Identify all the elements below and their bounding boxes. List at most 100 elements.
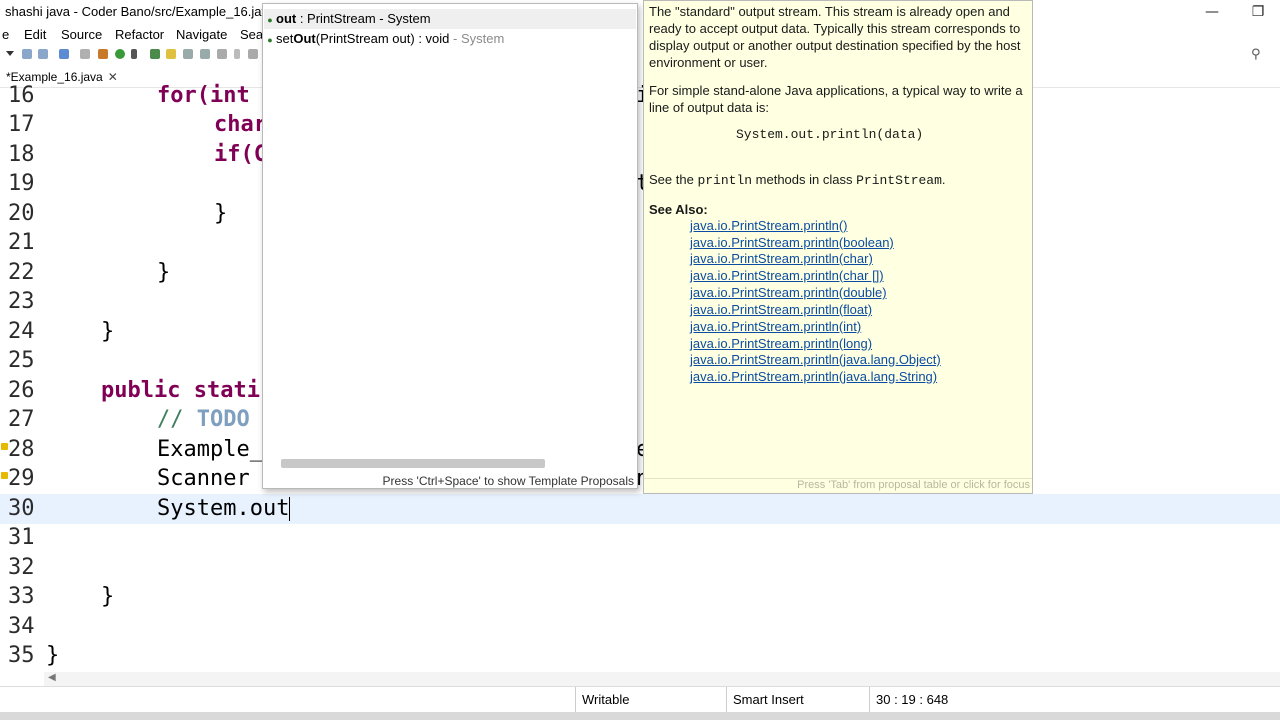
line-number: 27 bbox=[8, 407, 35, 432]
warning-icon[interactable] bbox=[1, 472, 8, 479]
line-number: 18 bbox=[8, 142, 35, 167]
code-line: 34 bbox=[0, 612, 1280, 642]
minimize-icon[interactable]: — bbox=[1192, 2, 1232, 22]
see-also-link[interactable]: java.io.PrintStream.println(long) bbox=[690, 336, 872, 351]
proposal-name: out bbox=[276, 11, 297, 26]
run-dropdown-icon[interactable] bbox=[131, 49, 137, 59]
code-editor[interactable]: 16 for(int i 17 char 18 if(C 19 t 20 } 2… bbox=[0, 83, 1280, 672]
javadoc-code-sample: System.out.println(data) bbox=[736, 127, 924, 142]
field-icon: ● bbox=[267, 15, 273, 25]
line-number: 25 bbox=[8, 348, 35, 373]
warning-icon[interactable] bbox=[1, 443, 8, 450]
see-also-link[interactable]: java.io.PrintStream.println(float) bbox=[690, 302, 872, 317]
line-number: 35 bbox=[8, 643, 35, 668]
code-line: 21 bbox=[0, 228, 1280, 258]
menu-navigate[interactable]: Navigate bbox=[176, 27, 227, 42]
run-icon[interactable] bbox=[115, 49, 125, 59]
dropdown-arrow-icon[interactable] bbox=[6, 51, 14, 56]
line-number: 33 bbox=[8, 584, 35, 609]
code-text: } bbox=[46, 643, 60, 668]
code-line: 26 public stati bbox=[0, 376, 1280, 406]
see-text: See the bbox=[649, 172, 698, 187]
code-text: char bbox=[214, 112, 267, 137]
pilcrow-icon[interactable] bbox=[234, 49, 240, 59]
restore-icon[interactable]: ❐ bbox=[1238, 2, 1278, 22]
line-number: 21 bbox=[8, 230, 35, 255]
line-number: 22 bbox=[8, 260, 35, 285]
code-text: Example_ bbox=[157, 437, 263, 462]
status-cursor-position: 30 : 19 : 648 bbox=[869, 687, 1019, 713]
open-task-icon[interactable] bbox=[200, 49, 210, 59]
code-line: 18 if(C bbox=[0, 140, 1280, 170]
line-number: 19 bbox=[8, 171, 35, 196]
menu-refactor[interactable]: Refactor bbox=[115, 27, 164, 42]
annotation-icon[interactable] bbox=[248, 49, 258, 59]
search-icon[interactable]: ⚲ bbox=[1251, 47, 1261, 62]
window-title: shashi java - Coder Bano/src/Example_16.… bbox=[5, 4, 276, 19]
scroll-left-icon[interactable]: ◀ bbox=[48, 672, 56, 683]
debug-icon[interactable] bbox=[150, 49, 160, 59]
proposal-out[interactable]: ● out : PrintStream - System bbox=[264, 9, 636, 29]
see-code-printstream: PrintStream bbox=[856, 173, 942, 188]
mark-occurrences-icon[interactable] bbox=[166, 49, 176, 59]
search-toolbar-icon[interactable] bbox=[217, 49, 227, 59]
proposal-setout[interactable]: ● setOut(PrintStream out) : void - System bbox=[264, 29, 636, 49]
see-also-link[interactable]: java.io.PrintStream.println(int) bbox=[690, 319, 861, 334]
code-line: 28 Example_ e bbox=[0, 435, 1280, 465]
save-icon[interactable] bbox=[22, 49, 32, 59]
line-number: 32 bbox=[8, 555, 35, 580]
see-also-link[interactable]: java.io.PrintStream.println(char) bbox=[690, 251, 873, 266]
code-line: 25 bbox=[0, 346, 1280, 376]
code-line: 35 } bbox=[0, 641, 1280, 671]
line-number: 26 bbox=[8, 378, 35, 403]
javadoc-usage-text: For simple stand-alone Java applications… bbox=[649, 83, 1023, 115]
code-line: 20 } bbox=[0, 199, 1280, 229]
code-line: 19 t bbox=[0, 169, 1280, 199]
package-icon[interactable] bbox=[98, 49, 108, 59]
see-also-link[interactable]: java.io.PrintStream.println(java.lang.St… bbox=[690, 369, 937, 384]
title-bar: shashi java - Coder Bano/src/Example_16.… bbox=[0, 0, 1280, 25]
code-line: 32 bbox=[0, 553, 1280, 583]
see-also-link[interactable]: java.io.PrintStream.println(double) bbox=[690, 285, 887, 300]
proposal-scrollbar[interactable] bbox=[281, 459, 545, 468]
horizontal-scrollbar[interactable]: ◀ bbox=[44, 672, 1280, 686]
line-number: 28 bbox=[8, 437, 35, 462]
menu-source[interactable]: Source bbox=[61, 27, 102, 42]
code-line: 31 bbox=[0, 523, 1280, 553]
code-text: } bbox=[157, 260, 171, 285]
line-number: 24 bbox=[8, 319, 35, 344]
code-text: public stati bbox=[101, 378, 260, 403]
see-also-link[interactable]: java.io.PrintStream.println(java.lang.Ob… bbox=[690, 352, 941, 367]
line-number: 34 bbox=[8, 614, 35, 639]
proposal-detail: (PrintStream out) : void bbox=[315, 31, 450, 46]
status-insert-mode: Smart Insert bbox=[726, 687, 868, 713]
code-line: 29 Scanner n bbox=[0, 464, 1280, 494]
save-all-icon[interactable] bbox=[38, 49, 48, 59]
code-text: if(C bbox=[214, 142, 267, 167]
new-window-icon[interactable] bbox=[59, 49, 69, 59]
menu-edit[interactable]: Edit bbox=[24, 27, 46, 42]
see-also-link[interactable]: java.io.PrintStream.println(char []) bbox=[690, 268, 884, 283]
code-line: 33 } bbox=[0, 582, 1280, 612]
line-number: 20 bbox=[8, 201, 35, 226]
code-line: 23 bbox=[0, 287, 1280, 317]
menu-bar: e Edit Source Refactor Navigate Sear bbox=[0, 25, 1280, 45]
line-number: 16 bbox=[8, 83, 35, 108]
code-text: } bbox=[101, 584, 115, 609]
code-line: 17 char bbox=[0, 110, 1280, 140]
javadoc-hover: The "standard" output stream. This strea… bbox=[643, 0, 1033, 494]
see-also-link[interactable]: java.io.PrintStream.println(boolean) bbox=[690, 235, 894, 250]
code-text: for(int bbox=[157, 83, 263, 108]
see-also-link[interactable]: java.io.PrintStream.println() bbox=[690, 218, 848, 233]
line-number: 30 bbox=[8, 496, 35, 521]
code-line: 27 // TODO bbox=[0, 405, 1280, 435]
see-also-heading: See Also: bbox=[649, 202, 708, 217]
skip-breakpoints-icon[interactable] bbox=[80, 49, 90, 59]
line-number: 31 bbox=[8, 525, 35, 550]
menu-file[interactable]: e bbox=[2, 27, 9, 42]
code-comment: // TODO bbox=[157, 407, 250, 432]
open-type-icon[interactable] bbox=[183, 49, 193, 59]
proposal-detail: : PrintStream - System bbox=[296, 11, 431, 26]
see-code-println: println bbox=[697, 173, 753, 188]
current-code-line: 30 System.out bbox=[0, 494, 1280, 524]
